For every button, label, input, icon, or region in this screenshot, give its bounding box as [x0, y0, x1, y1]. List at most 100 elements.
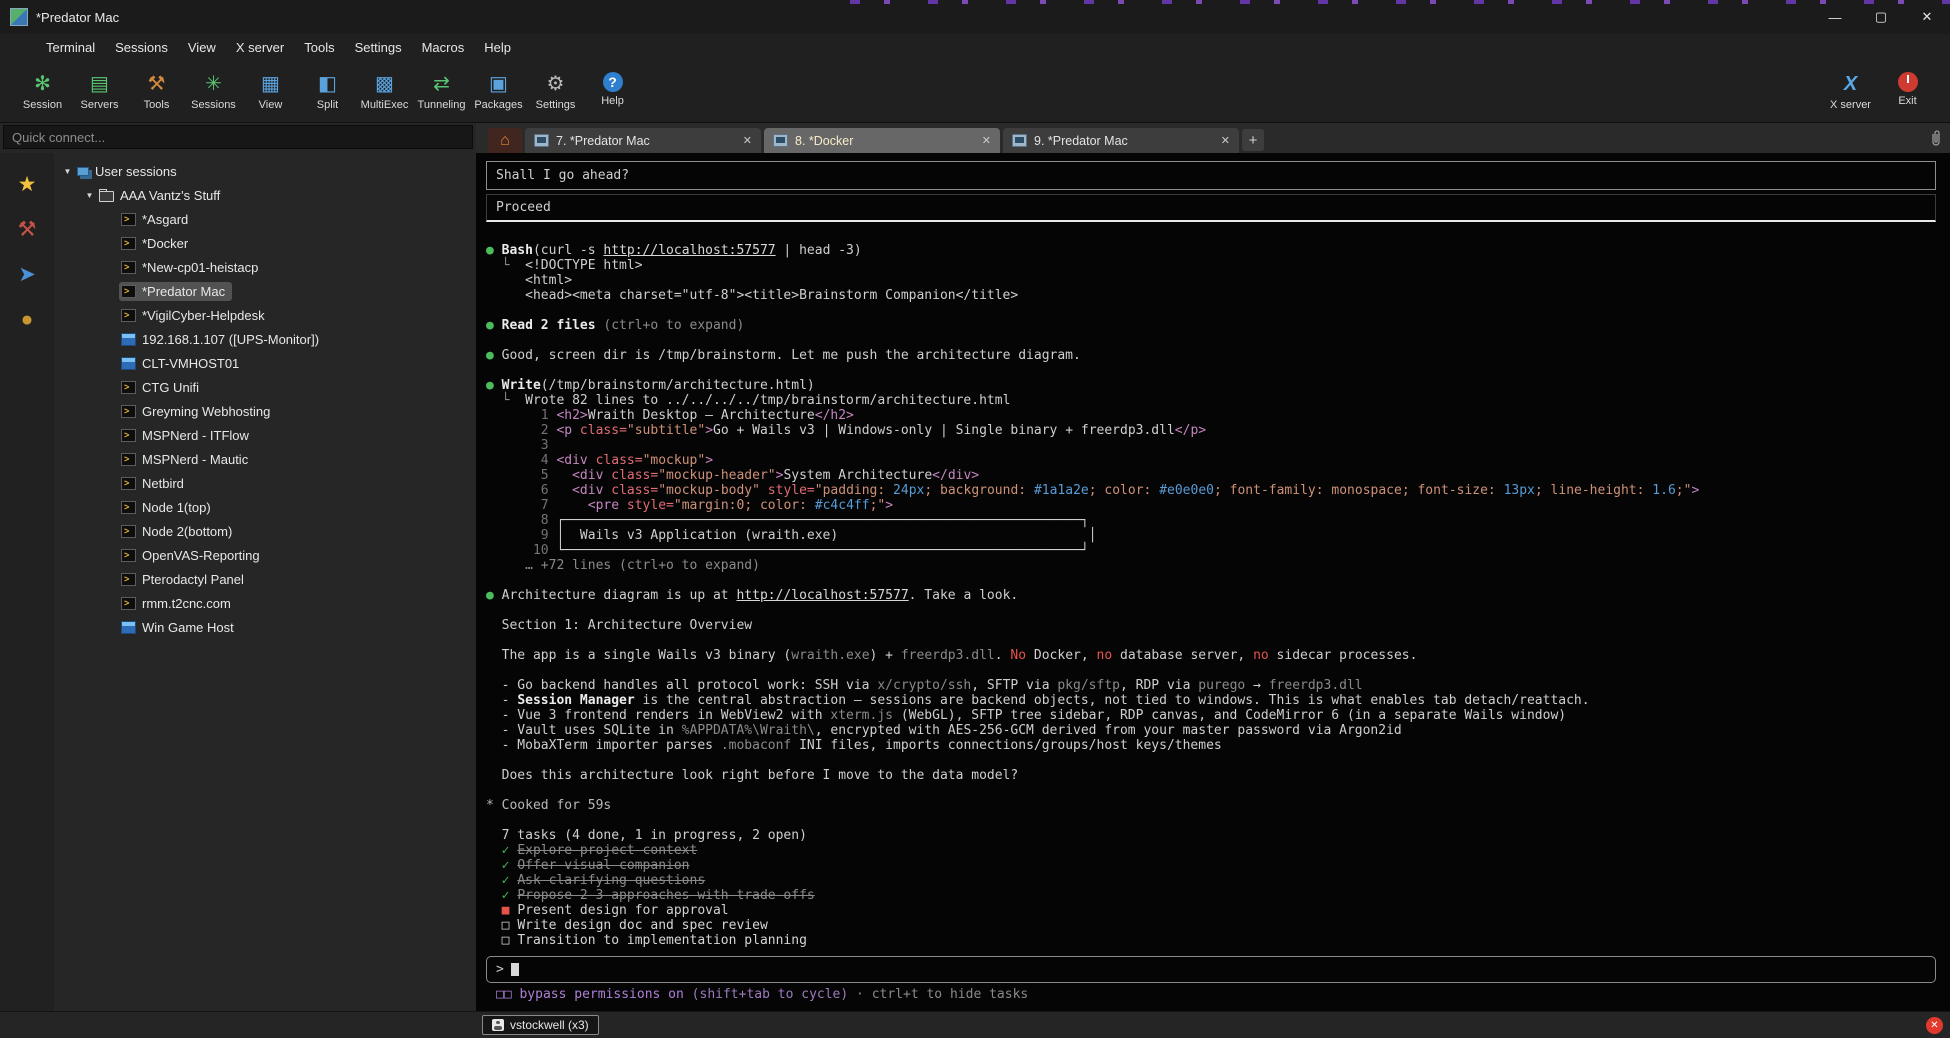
terminal-link[interactable]: http://localhost:57577 [736, 588, 908, 603]
tab-close-icon[interactable]: ✕ [743, 134, 752, 147]
maximize-button[interactable]: ▢ [1858, 0, 1904, 34]
toolbar-tools-button[interactable]: ⚒Tools [128, 72, 185, 111]
ssh-icon [121, 309, 136, 322]
terminal-text: ■ [502, 903, 518, 918]
toolbar-help-button[interactable]: ?Help [584, 72, 641, 111]
quick-connect-input[interactable] [3, 125, 473, 149]
prompt-input[interactable]: > [486, 956, 1936, 983]
tree-item-label: *New-cp01-heistacp [142, 260, 258, 275]
terminal-link[interactable]: http://localhost:57577 [603, 243, 775, 258]
rail-sftp-panel-button[interactable]: ● [12, 304, 42, 334]
session-icon: ✻ [31, 72, 55, 96]
home-icon: ⌂ [500, 132, 510, 150]
minimize-button[interactable]: — [1812, 0, 1858, 34]
terminal-line: 10 └────────────────────────────────────… [486, 543, 1938, 558]
bottom-close-button[interactable]: ✕ [1926, 1017, 1943, 1034]
tree-item[interactable]: *New-cp01-heistacp [54, 255, 476, 279]
tree-item[interactable]: Node 2(bottom) [54, 519, 476, 543]
terminal-text: Ask clarifying questions [517, 873, 705, 888]
terminal-text: class= [603, 468, 658, 483]
session-tab[interactable]: 9. *Predator Mac✕ [1003, 128, 1239, 153]
tree-item[interactable]: MSPNerd - ITFlow [54, 423, 476, 447]
terminal-text: #e0e0e0 [1159, 483, 1214, 498]
session-tab[interactable]: 8. *Docker✕ [764, 128, 1000, 153]
ssh-icon [121, 453, 136, 466]
rail-tools-panel-button[interactable]: ⚒ [12, 214, 42, 244]
sessions-panel-icon: ★ [18, 174, 37, 195]
terminal-text: 6 [486, 483, 556, 498]
menu-tools[interactable]: Tools [294, 37, 344, 58]
titlebar: *Predator Mac — ▢ ✕ [0, 0, 1950, 34]
servers-label: Servers [81, 99, 119, 111]
tree-item[interactable]: *VigilCyber-Helpdesk [54, 303, 476, 327]
menu-x-server[interactable]: X server [226, 37, 294, 58]
tree-item[interactable]: rmm.t2cnc.com [54, 591, 476, 615]
ssh-icon [121, 381, 136, 394]
x-server-icon: X [1839, 72, 1863, 96]
menu-help[interactable]: Help [474, 37, 521, 58]
menu-terminal[interactable]: Terminal [36, 37, 105, 58]
terminal-text: "mockup-body" [658, 483, 760, 498]
tree-item[interactable]: Win Game Host [54, 615, 476, 639]
close-button[interactable]: ✕ [1904, 0, 1950, 34]
toolbar-exit-button[interactable]: Exit [1879, 72, 1936, 111]
tree-item[interactable]: Pterodactyl Panel [54, 567, 476, 591]
toolbar-tunneling-button[interactable]: ⇄Tunneling [413, 72, 470, 111]
terminal-line: ● Good, screen dir is /tmp/brainstorm. L… [486, 348, 1938, 363]
session-tab[interactable]: 7. *Predator Mac✕ [525, 128, 761, 153]
toolbar-servers-button[interactable]: ▤Servers [71, 72, 128, 111]
terminal-text: 5 [486, 468, 556, 483]
tree-item[interactable]: *Docker [54, 231, 476, 255]
toolbar-settings-button[interactable]: ⚙Settings [527, 72, 584, 111]
tree-item[interactable]: MSPNerd - Mautic [54, 447, 476, 471]
terminal-text: Bash [502, 243, 533, 258]
menu-macros[interactable]: Macros [412, 37, 475, 58]
terminal-line: <html> [486, 273, 1938, 288]
terminal-line: 5 <div class="mockup-header">System Arch… [486, 468, 1938, 483]
terminal[interactable]: Shall I go ahead? Proceed ● Bash(curl -s… [476, 153, 1950, 1011]
menu-view[interactable]: View [178, 37, 226, 58]
tree-item[interactable]: ▼AAA Vantz's Stuff [54, 183, 476, 207]
expand-arrow-icon[interactable]: ▼ [82, 191, 97, 200]
tree-item[interactable]: 192.168.1.107 ([UPS-Monitor]) [54, 327, 476, 351]
rail-macros-panel-button[interactable]: ➤ [12, 259, 42, 289]
terminal-text: ● [486, 318, 502, 333]
toolbar-x-server-button[interactable]: XX server [1822, 72, 1879, 111]
rail-sessions-panel-button[interactable]: ★ [12, 169, 42, 199]
terminal-text: ; background: [924, 483, 1034, 498]
toolbar-split-button[interactable]: ◧Split [299, 72, 356, 111]
toolbar-multiexec-button[interactable]: ▩MultiExec [356, 72, 413, 111]
bottom-session-button[interactable]: vstockwell (x3) [482, 1015, 599, 1035]
menu-settings[interactable]: Settings [345, 37, 412, 58]
menu-sessions[interactable]: Sessions [105, 37, 178, 58]
tab-close-icon[interactable]: ✕ [1221, 134, 1230, 147]
tree-item[interactable]: CTG Unifi [54, 375, 476, 399]
tree-item[interactable]: OpenVAS-Reporting [54, 543, 476, 567]
tree-item-label: *Asgard [142, 212, 188, 227]
tree-item[interactable]: *Asgard [54, 207, 476, 231]
terminal-text: <pre [588, 498, 619, 513]
tree-item[interactable]: Node 1(top) [54, 495, 476, 519]
tree-item-body: OpenVAS-Reporting [119, 546, 267, 565]
terminal-line: ● Read 2 files (ctrl+o to expand) [486, 318, 1938, 333]
toolbar: ✻Session▤Servers⚒Tools✳Sessions▦View◧Spl… [0, 60, 1950, 123]
new-tab-button[interactable]: + [1242, 129, 1264, 151]
expand-arrow-icon[interactable]: ▼ [60, 167, 75, 176]
tree-item[interactable]: Greyming Webhosting [54, 399, 476, 423]
home-tab[interactable]: ⌂ [488, 128, 522, 153]
toolbar-session-button[interactable]: ✻Session [14, 72, 71, 111]
terminal-text: </h2> [815, 408, 854, 423]
permission-option-proceed[interactable]: Proceed [486, 194, 1936, 222]
tree-item[interactable]: CLT-VMHOST01 [54, 351, 476, 375]
tree-item[interactable]: ▼User sessions [54, 159, 476, 183]
attach-panel-button[interactable] [1930, 123, 1942, 153]
tab-close-icon[interactable]: ✕ [982, 134, 991, 147]
tunneling-icon: ⇄ [430, 72, 454, 96]
tree-item[interactable]: *Predator Mac [54, 279, 476, 303]
toolbar-view-button[interactable]: ▦View [242, 72, 299, 111]
tree-item-label: Netbird [142, 476, 184, 491]
toolbar-packages-button[interactable]: ▣Packages [470, 72, 527, 111]
toolbar-sessions-button[interactable]: ✳Sessions [185, 72, 242, 111]
side-rail: ★ ⚒ ➤ ● [0, 153, 54, 1011]
tree-item[interactable]: Netbird [54, 471, 476, 495]
